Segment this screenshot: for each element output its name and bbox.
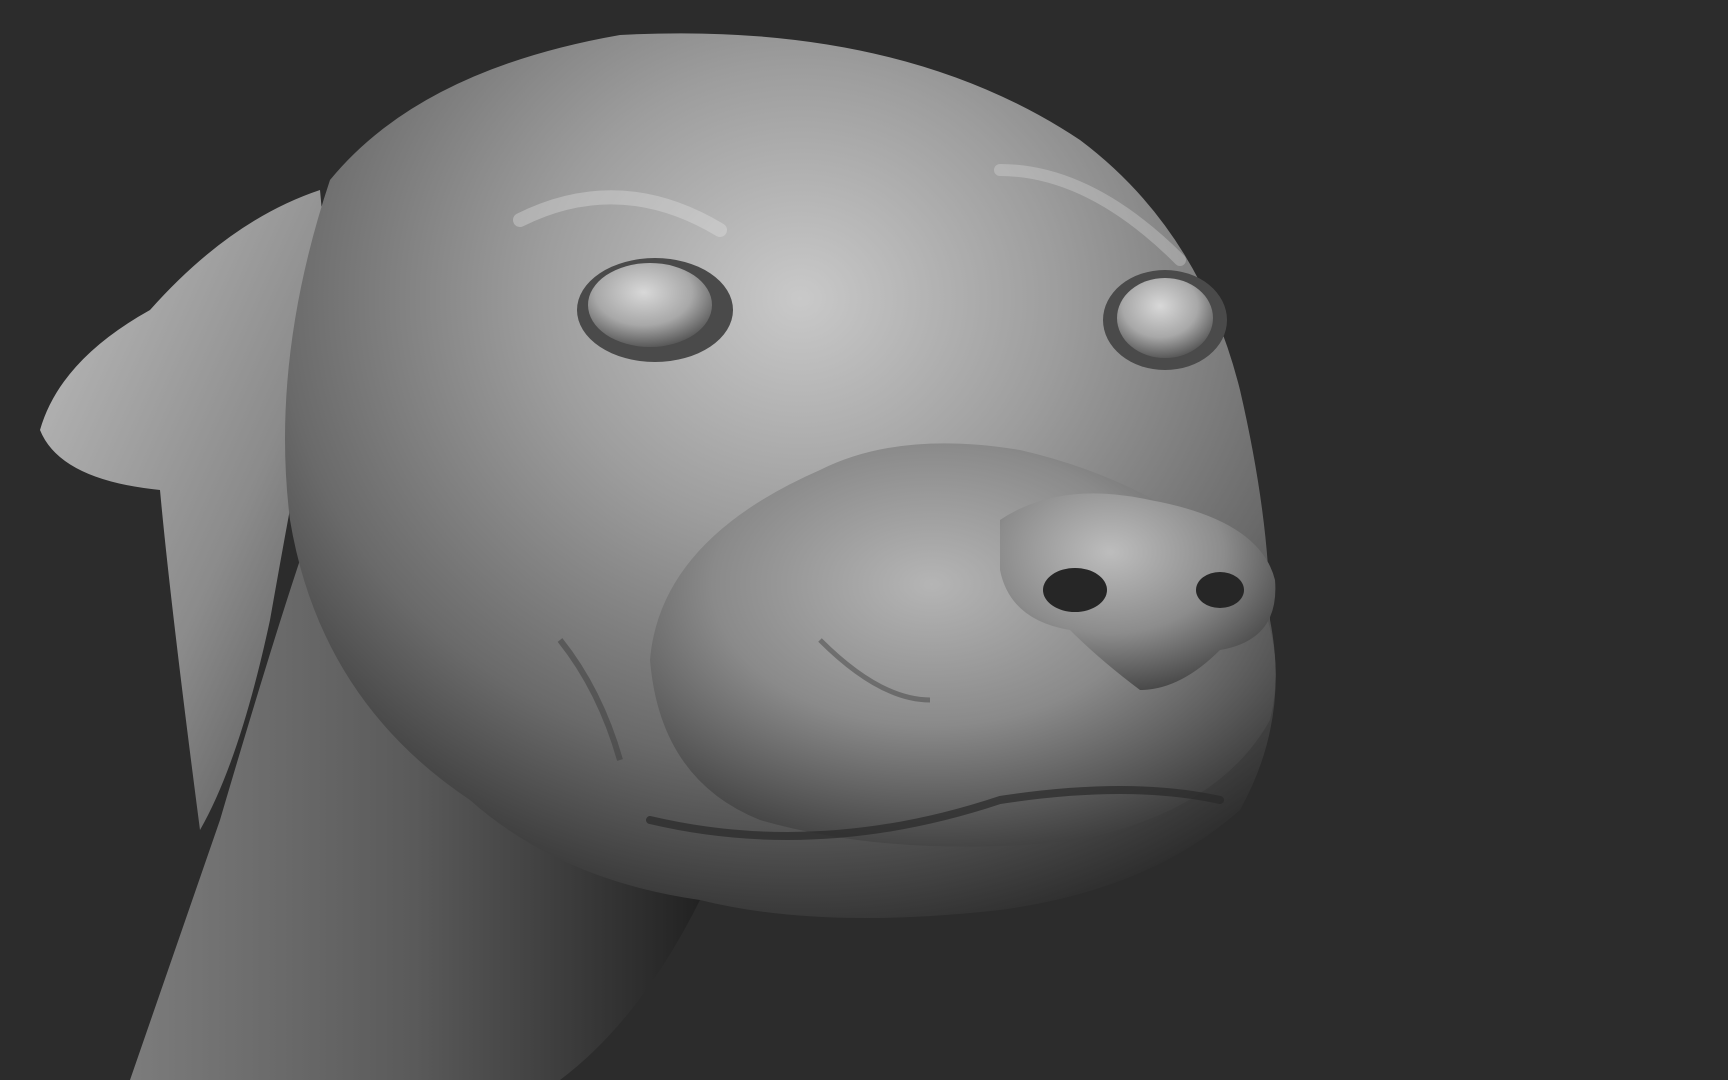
right-nostril xyxy=(1196,572,1244,608)
sculpt-viewport[interactable] xyxy=(0,0,1728,1080)
dog-head-sculpt xyxy=(40,33,1276,1080)
left-nostril xyxy=(1043,568,1107,612)
